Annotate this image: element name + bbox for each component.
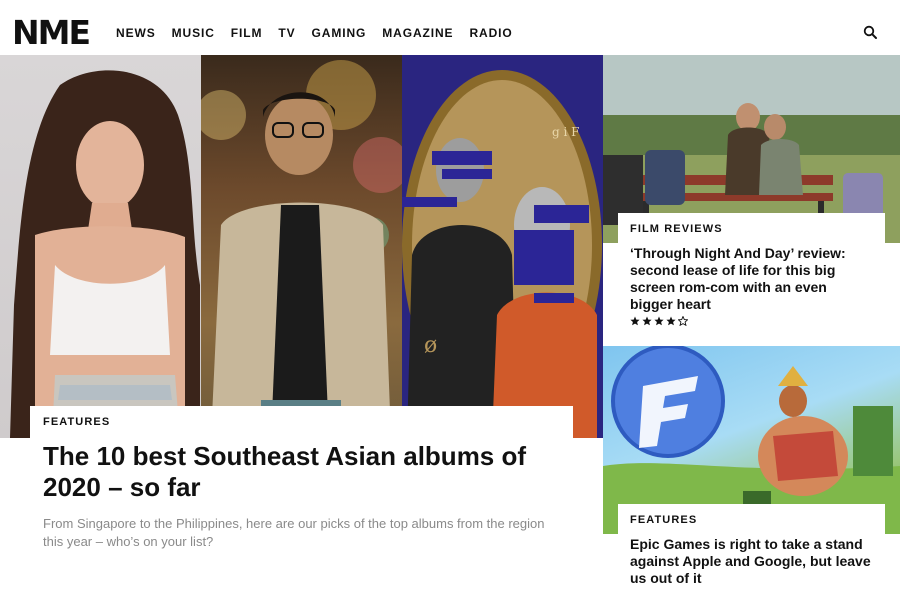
- hero-article-card[interactable]: FEATURES The 10 best Southeast Asian alb…: [30, 406, 573, 600]
- star-empty-icon: [678, 316, 688, 326]
- nav-item-tv[interactable]: TV: [278, 26, 295, 40]
- star-rating: [630, 316, 873, 326]
- star-filled-icon: [654, 316, 664, 326]
- side-story-1-card[interactable]: FILM REVIEWS ‘Through Night And Day’ rev…: [618, 213, 885, 345]
- side-story-2-kicker[interactable]: FEATURES: [630, 514, 873, 527]
- arcade-illustration: [201, 60, 402, 438]
- portrait-illustration: [10, 70, 200, 438]
- nav-item-radio[interactable]: RADIO: [469, 26, 512, 40]
- hero-panel-album-art: ø g i F: [402, 55, 603, 438]
- nav-item-news[interactable]: NEWS: [116, 26, 156, 40]
- hero-kicker[interactable]: FEATURES: [43, 416, 560, 429]
- hero-image[interactable]: ø g i F: [0, 55, 603, 438]
- nav-item-gaming[interactable]: GAMING: [312, 26, 367, 40]
- album-art-letters: g i F: [552, 125, 580, 139]
- album-art-glyph: ø: [424, 333, 438, 358]
- site-header: NME NEWS MUSIC FILM TV GAMING MAGAZINE R…: [0, 0, 900, 56]
- star-filled-icon: [666, 316, 676, 326]
- hero-panel-arcade: [201, 55, 402, 438]
- nav-item-film[interactable]: FILM: [231, 26, 263, 40]
- hero-subtitle: From Singapore to the Philippines, here …: [43, 516, 545, 549]
- nav-item-magazine[interactable]: MAGAZINE: [382, 26, 453, 40]
- search-icon[interactable]: [862, 24, 880, 42]
- nav-item-music[interactable]: MUSIC: [172, 26, 215, 40]
- hero-title[interactable]: The 10 best Southeast Asian albums of 20…: [43, 441, 563, 503]
- side-story-1-title[interactable]: ‘Through Night And Day’ review: second l…: [630, 245, 873, 313]
- main-nav: NEWS MUSIC FILM TV GAMING MAGAZINE RADIO: [116, 26, 529, 40]
- hero-panel-portrait: [0, 55, 201, 438]
- album-art-illustration: [402, 70, 602, 438]
- side-story-1-kicker[interactable]: FILM REVIEWS: [630, 223, 873, 236]
- star-filled-icon: [642, 316, 652, 326]
- side-story-2-card[interactable]: FEATURES Epic Games is right to take a s…: [618, 504, 885, 600]
- nme-logo[interactable]: NME: [12, 16, 91, 49]
- side-story-2-title[interactable]: Epic Games is right to take a stand agai…: [630, 536, 873, 587]
- star-filled-icon: [630, 316, 640, 326]
